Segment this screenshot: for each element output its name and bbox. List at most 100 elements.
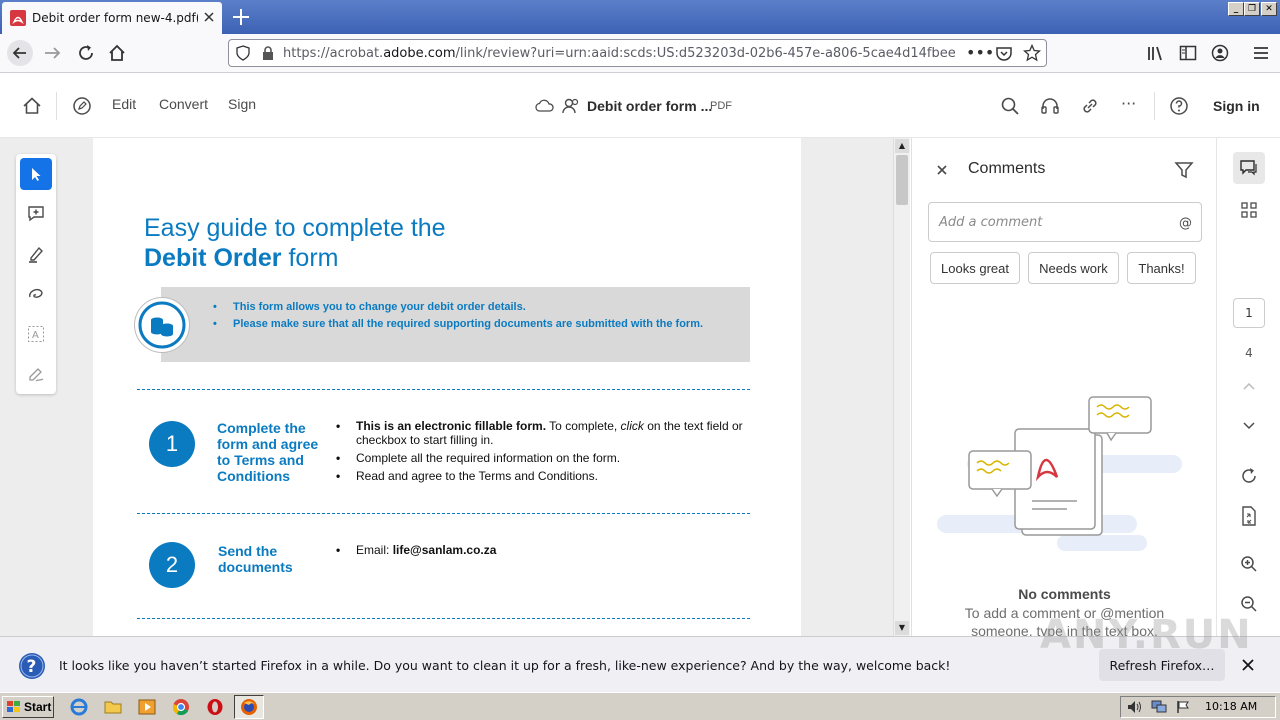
minimize-button[interactable]: _ (1228, 2, 1244, 16)
mention-icon[interactable]: @ (1179, 216, 1192, 231)
notification-message: It looks like you haven’t started Firefo… (59, 658, 951, 673)
back-icon[interactable] (6, 39, 34, 67)
network-icon[interactable] (1151, 700, 1167, 714)
page-total: 4 (1245, 346, 1253, 360)
edit-menu[interactable]: Edit (112, 96, 136, 112)
browser-tab[interactable]: Debit order form new-4.pdf(Review (2, 2, 222, 34)
text-tool[interactable]: A (20, 318, 52, 350)
pocket-icon[interactable] (995, 45, 1013, 63)
library-icon[interactable] (1147, 44, 1165, 62)
signature-pen-icon (27, 365, 45, 383)
link-icon[interactable] (1080, 96, 1100, 116)
ie-icon[interactable] (70, 698, 88, 716)
sidebar-icon[interactable] (1179, 44, 1197, 62)
draw-tool[interactable] (20, 278, 52, 310)
page-number-input[interactable]: 1 (1233, 298, 1265, 328)
info-bullet: This form allows you to change your debi… (213, 301, 526, 313)
close-notification-icon[interactable] (1242, 659, 1254, 671)
document-workspace: A Easy guide to complete the Debit Order… (0, 138, 910, 636)
close-window-button[interactable]: ✕ (1261, 2, 1277, 16)
close-icon[interactable] (936, 164, 948, 176)
start-button[interactable]: Start (2, 696, 54, 718)
document-title[interactable]: Debit order form ... (587, 98, 712, 114)
step-number: 1 (149, 421, 195, 467)
chrome-icon[interactable] (172, 698, 190, 716)
lock-icon[interactable] (261, 45, 275, 61)
step-bullet: Complete all the required information on… (336, 451, 756, 465)
start-label: Start (24, 700, 52, 714)
add-comment-tool[interactable] (20, 198, 52, 230)
comments-panel: Comments Add a comment @ Looks great Nee… (911, 138, 1216, 639)
volume-icon[interactable] (1127, 700, 1143, 714)
quick-reply-chip[interactable]: Looks great (930, 252, 1020, 284)
restore-button[interactable]: ❐ (1244, 2, 1260, 16)
svg-text:A: A (32, 330, 39, 341)
comments-toggle[interactable] (1233, 152, 1265, 184)
tab-close-icon[interactable] (202, 10, 216, 24)
help-question-icon: ? (18, 652, 46, 680)
tool-rail: A (16, 154, 56, 394)
freehand-icon (27, 285, 45, 303)
pdf-favicon-icon (10, 10, 26, 26)
scroll-thumb[interactable] (896, 155, 908, 205)
comment-placeholder: Add a comment (939, 215, 1043, 230)
scroll-down-arrow[interactable]: ▼ (895, 621, 909, 635)
coins-icon (135, 298, 189, 352)
next-page-icon[interactable] (1233, 410, 1265, 442)
scroll-up-arrow[interactable]: ▲ (895, 139, 909, 153)
tab-title: Debit order form new-4.pdf(Review (32, 11, 198, 25)
comments-icon (1239, 159, 1259, 177)
quick-reply-chip[interactable]: Needs work (1028, 252, 1119, 284)
opera-icon[interactable] (206, 698, 224, 716)
info-box: This form allows you to change your debi… (161, 287, 750, 362)
page-actions-icon[interactable]: ••• (966, 43, 994, 62)
home-icon[interactable] (107, 43, 127, 63)
comment-input[interactable]: Add a comment @ (928, 202, 1202, 242)
step-number: 2 (149, 542, 195, 588)
convert-menu[interactable]: Convert (159, 96, 208, 112)
vertical-scrollbar[interactable]: ▲ ▼ (893, 138, 910, 636)
document-type: PDF (710, 100, 732, 112)
sign-in-button[interactable]: Sign in (1213, 98, 1260, 114)
home-icon[interactable] (22, 96, 42, 116)
page-fit-icon[interactable] (1233, 500, 1265, 532)
thumbnails-toggle[interactable] (1233, 194, 1265, 226)
rotate-icon[interactable] (1233, 460, 1265, 492)
read-aloud-icon[interactable] (1040, 96, 1060, 116)
more-options-icon[interactable]: ··· (1121, 94, 1136, 113)
help-icon[interactable] (1169, 96, 1189, 116)
media-player-icon[interactable] (138, 698, 156, 716)
browser-tab-bar: Debit order form new-4.pdf(Review _ ❐ ✕ (0, 0, 1280, 34)
url-text[interactable]: https://acrobat.adobe.com/link/review?ur… (283, 46, 956, 61)
folder-icon[interactable] (104, 698, 122, 716)
zoom-in-icon[interactable] (1233, 548, 1265, 580)
sign-tool[interactable] (20, 358, 52, 390)
flag-icon[interactable] (1175, 700, 1191, 714)
sign-menu[interactable]: Sign (228, 96, 256, 112)
reload-icon[interactable] (76, 43, 96, 63)
empty-comments-illustration (937, 393, 1187, 563)
account-icon[interactable] (1211, 44, 1229, 62)
shared-users-icon[interactable] (561, 96, 581, 116)
step-title: Complete the form and agree to Terms and… (217, 420, 319, 484)
step-bullet: This is an electronic fillable form. To … (336, 419, 756, 447)
url-bar[interactable]: https://acrobat.adobe.com/link/review?ur… (228, 39, 1047, 67)
new-tab-icon[interactable] (230, 6, 252, 28)
highlight-tool[interactable] (20, 238, 52, 270)
bookmark-star-icon[interactable] (1023, 44, 1041, 62)
search-icon[interactable] (1000, 96, 1020, 116)
select-tool[interactable] (20, 158, 52, 190)
step-bullet: Read and agree to the Terms and Conditio… (336, 469, 756, 483)
info-bullet: Please make sure that all the required s… (213, 318, 703, 330)
quick-reply-chip[interactable]: Thanks! (1127, 252, 1196, 284)
forward-icon[interactable] (42, 43, 62, 63)
prev-page-icon[interactable] (1233, 370, 1265, 402)
menu-icon[interactable] (1252, 44, 1270, 62)
comments-title: Comments (968, 160, 1046, 177)
divider (1154, 92, 1155, 120)
filter-icon[interactable] (1174, 160, 1194, 180)
firefox-taskbar-button[interactable] (234, 695, 264, 719)
annotate-icon[interactable] (72, 96, 92, 116)
shield-icon[interactable] (235, 45, 251, 61)
right-rail: 1 4 (1216, 138, 1280, 636)
